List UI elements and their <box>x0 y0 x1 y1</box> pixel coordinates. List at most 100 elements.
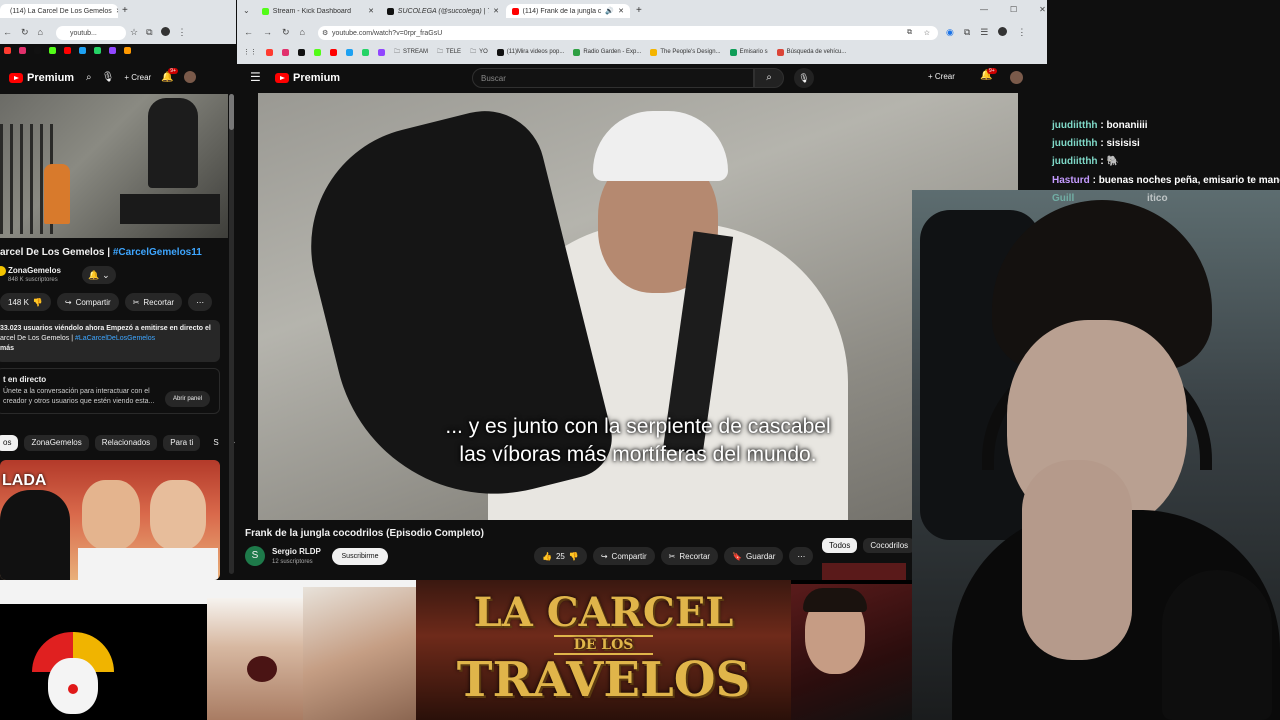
right-youtube-logo[interactable]: Premium <box>275 72 340 84</box>
avatar[interactable] <box>183 71 196 83</box>
create-button[interactable]: + Crear <box>124 73 151 82</box>
bookmark-peoples-design[interactable]: The People's Design... <box>650 48 721 56</box>
bookmark-icon[interactable] <box>282 48 289 56</box>
avatar[interactable] <box>1010 71 1023 84</box>
install-icon[interactable]: ⧉ <box>907 29 912 37</box>
bookmark-vehiculos[interactable]: Búsqueda de vehícu... <box>776 48 846 56</box>
recommended-thumbnail[interactable]: LADA <box>0 460 220 580</box>
bookmark-icon[interactable] <box>330 48 337 56</box>
bookmark-radio-garden[interactable]: Radio Garden - Exp... <box>573 48 641 56</box>
right-url-bar[interactable]: ⚙ youtube.com/watch?v=0rpr_fraGsU ⧉ ☆ <box>318 26 938 40</box>
home-icon[interactable]: ⌂ <box>300 27 305 38</box>
like-button[interactable]: 148 K 👎 <box>0 293 51 311</box>
right-channel-name[interactable]: Sergio RLDP <box>272 547 321 556</box>
left-browser-tab[interactable]: (114) La Carcel De Los Gemelos ✕ <box>0 4 118 18</box>
apps-icon[interactable]: ⋮⋮ <box>243 48 257 56</box>
close-tab-icon[interactable]: ✕ <box>368 7 374 15</box>
search-button[interactable]: ⌕ <box>754 68 784 88</box>
chip-more[interactable]: S <box>206 435 225 451</box>
bookmark-icon[interactable] <box>79 47 86 54</box>
chip-all[interactable]: Todos <box>822 538 858 553</box>
show-more-link[interactable]: más <box>0 344 216 354</box>
left-youtube-logo[interactable]: Premium <box>9 72 74 84</box>
hashtag-link[interactable]: #CarcelGemelos11 <box>113 247 202 258</box>
right-notifications-icon[interactable]: 🔔 9+ <box>980 68 997 81</box>
like-button[interactable]: 👍 25 👎 <box>534 547 587 565</box>
bookmark-icon[interactable] <box>346 48 353 56</box>
bookmark-icon[interactable] <box>19 47 26 54</box>
chip-related[interactable]: Relacionados <box>94 435 158 451</box>
left-scrollbar[interactable] <box>229 94 234 574</box>
microphone-icon[interactable]: 🎙 <box>102 72 115 83</box>
chat-username[interactable]: juudiitthh <box>1052 138 1098 149</box>
bookmark-icon[interactable] <box>362 48 369 56</box>
menu-icon[interactable]: ⋮ <box>1017 27 1026 38</box>
close-tab-icon[interactable]: ✕ <box>618 7 624 15</box>
bookmark-icon[interactable] <box>64 47 71 54</box>
menu-icon[interactable]: ⋮ <box>178 27 187 38</box>
channel-avatar[interactable] <box>0 266 6 276</box>
chat-username[interactable]: Hasturd <box>1052 175 1090 186</box>
guide-menu-icon[interactable]: ☰ <box>250 70 261 84</box>
open-panel-button[interactable]: Abrir panel <box>165 391 211 407</box>
extensions-icon[interactable]: ⧉ <box>146 27 152 38</box>
chip-cocodrilos[interactable]: Cocodrilos <box>863 538 916 553</box>
right-create-button[interactable]: + Crear <box>928 72 955 81</box>
site-info-icon[interactable]: ⚙ <box>322 29 328 37</box>
bookmark-icon[interactable] <box>314 48 321 56</box>
maximize-icon[interactable]: ☐ <box>1010 5 1017 14</box>
bookmark-icon[interactable] <box>109 47 116 54</box>
dislike-icon[interactable]: 👎 <box>33 298 43 307</box>
minimize-icon[interactable]: — <box>980 5 988 14</box>
chat-username[interactable]: Guill <box>1052 193 1074 204</box>
bookmark-icon[interactable] <box>298 48 305 56</box>
bookmark-icon[interactable] <box>34 47 41 54</box>
bookmark-tele[interactable]: 🗀 TELE <box>437 47 461 57</box>
left-video-player[interactable] <box>0 94 228 238</box>
back-icon[interactable]: ← <box>3 27 12 38</box>
close-window-icon[interactable]: ✕ <box>1039 5 1046 14</box>
new-tab-button[interactable]: + <box>636 5 642 16</box>
chip-for-you[interactable]: Para ti <box>163 435 201 451</box>
search-input[interactable]: Buscar <box>472 68 754 88</box>
chip-zonagemelos[interactable]: ZonaGemelos <box>24 435 89 451</box>
audio-playing-icon[interactable]: 🔊 <box>605 7 614 15</box>
reload-icon[interactable]: ↻ <box>282 27 290 38</box>
save-button[interactable]: 🔖 Guardar <box>724 547 784 565</box>
clip-button[interactable]: ✂ Recortar <box>660 547 719 565</box>
voice-search-button[interactable]: 🎙 <box>794 68 814 88</box>
tab-kick-dashboard[interactable]: Stream - Kick Dashboard ✕ <box>256 4 380 18</box>
scrollbar-thumb[interactable] <box>229 94 234 130</box>
bookmark-icon[interactable] <box>124 47 131 54</box>
tab-youtube-frank[interactable]: (114) Frank de la jungla co... 🔊 ✕ <box>506 4 630 18</box>
channel-avatar[interactable]: S <box>245 546 265 566</box>
chat-username[interactable]: juudiitthh <box>1052 156 1098 167</box>
left-channel-name[interactable]: ZonaGemelos <box>8 266 61 275</box>
avatar[interactable] <box>160 27 170 36</box>
forward-icon[interactable]: → <box>263 27 272 38</box>
tab-tiktok[interactable]: SUCOLEGA (@succolega) | Ti... ✕ <box>381 4 505 18</box>
bookmark-icon[interactable] <box>378 48 385 56</box>
search-icon[interactable]: ⌕ <box>86 72 92 83</box>
close-tab-icon[interactable]: ✕ <box>116 7 118 15</box>
subscribe-button[interactable]: Suscribirme <box>332 548 388 565</box>
share-button[interactable]: ↪ Compartir <box>56 293 119 311</box>
notification-bell-button[interactable]: 🔔 ⌄ <box>82 266 116 284</box>
chip-all[interactable]: os <box>0 435 19 451</box>
bookmark-stream[interactable]: 🗀 STREAM <box>394 47 428 57</box>
bookmark-icon[interactable] <box>49 47 56 54</box>
back-icon[interactable]: ← <box>244 27 253 38</box>
media-icon[interactable]: ☰ <box>980 27 988 38</box>
share-button[interactable]: ↪ Compartir <box>592 547 655 565</box>
bookmark-icon[interactable] <box>266 48 273 56</box>
recommended-thumbnail[interactable] <box>822 563 906 580</box>
more-button[interactable]: ⋯ <box>188 293 213 311</box>
avatar[interactable] <box>998 27 1008 36</box>
new-tab-button[interactable]: + <box>122 5 128 16</box>
notifications-icon[interactable]: 🔔 9+ <box>161 67 178 83</box>
bookmark-emisario[interactable]: Emisario s <box>729 48 768 56</box>
chat-username[interactable]: juudiitthh <box>1052 120 1098 131</box>
bookmark-tiktok[interactable]: (11)Mira videos pop... <box>496 48 564 56</box>
home-icon[interactable]: ⌂ <box>38 27 43 38</box>
dislike-icon[interactable]: 👎 <box>569 552 579 561</box>
